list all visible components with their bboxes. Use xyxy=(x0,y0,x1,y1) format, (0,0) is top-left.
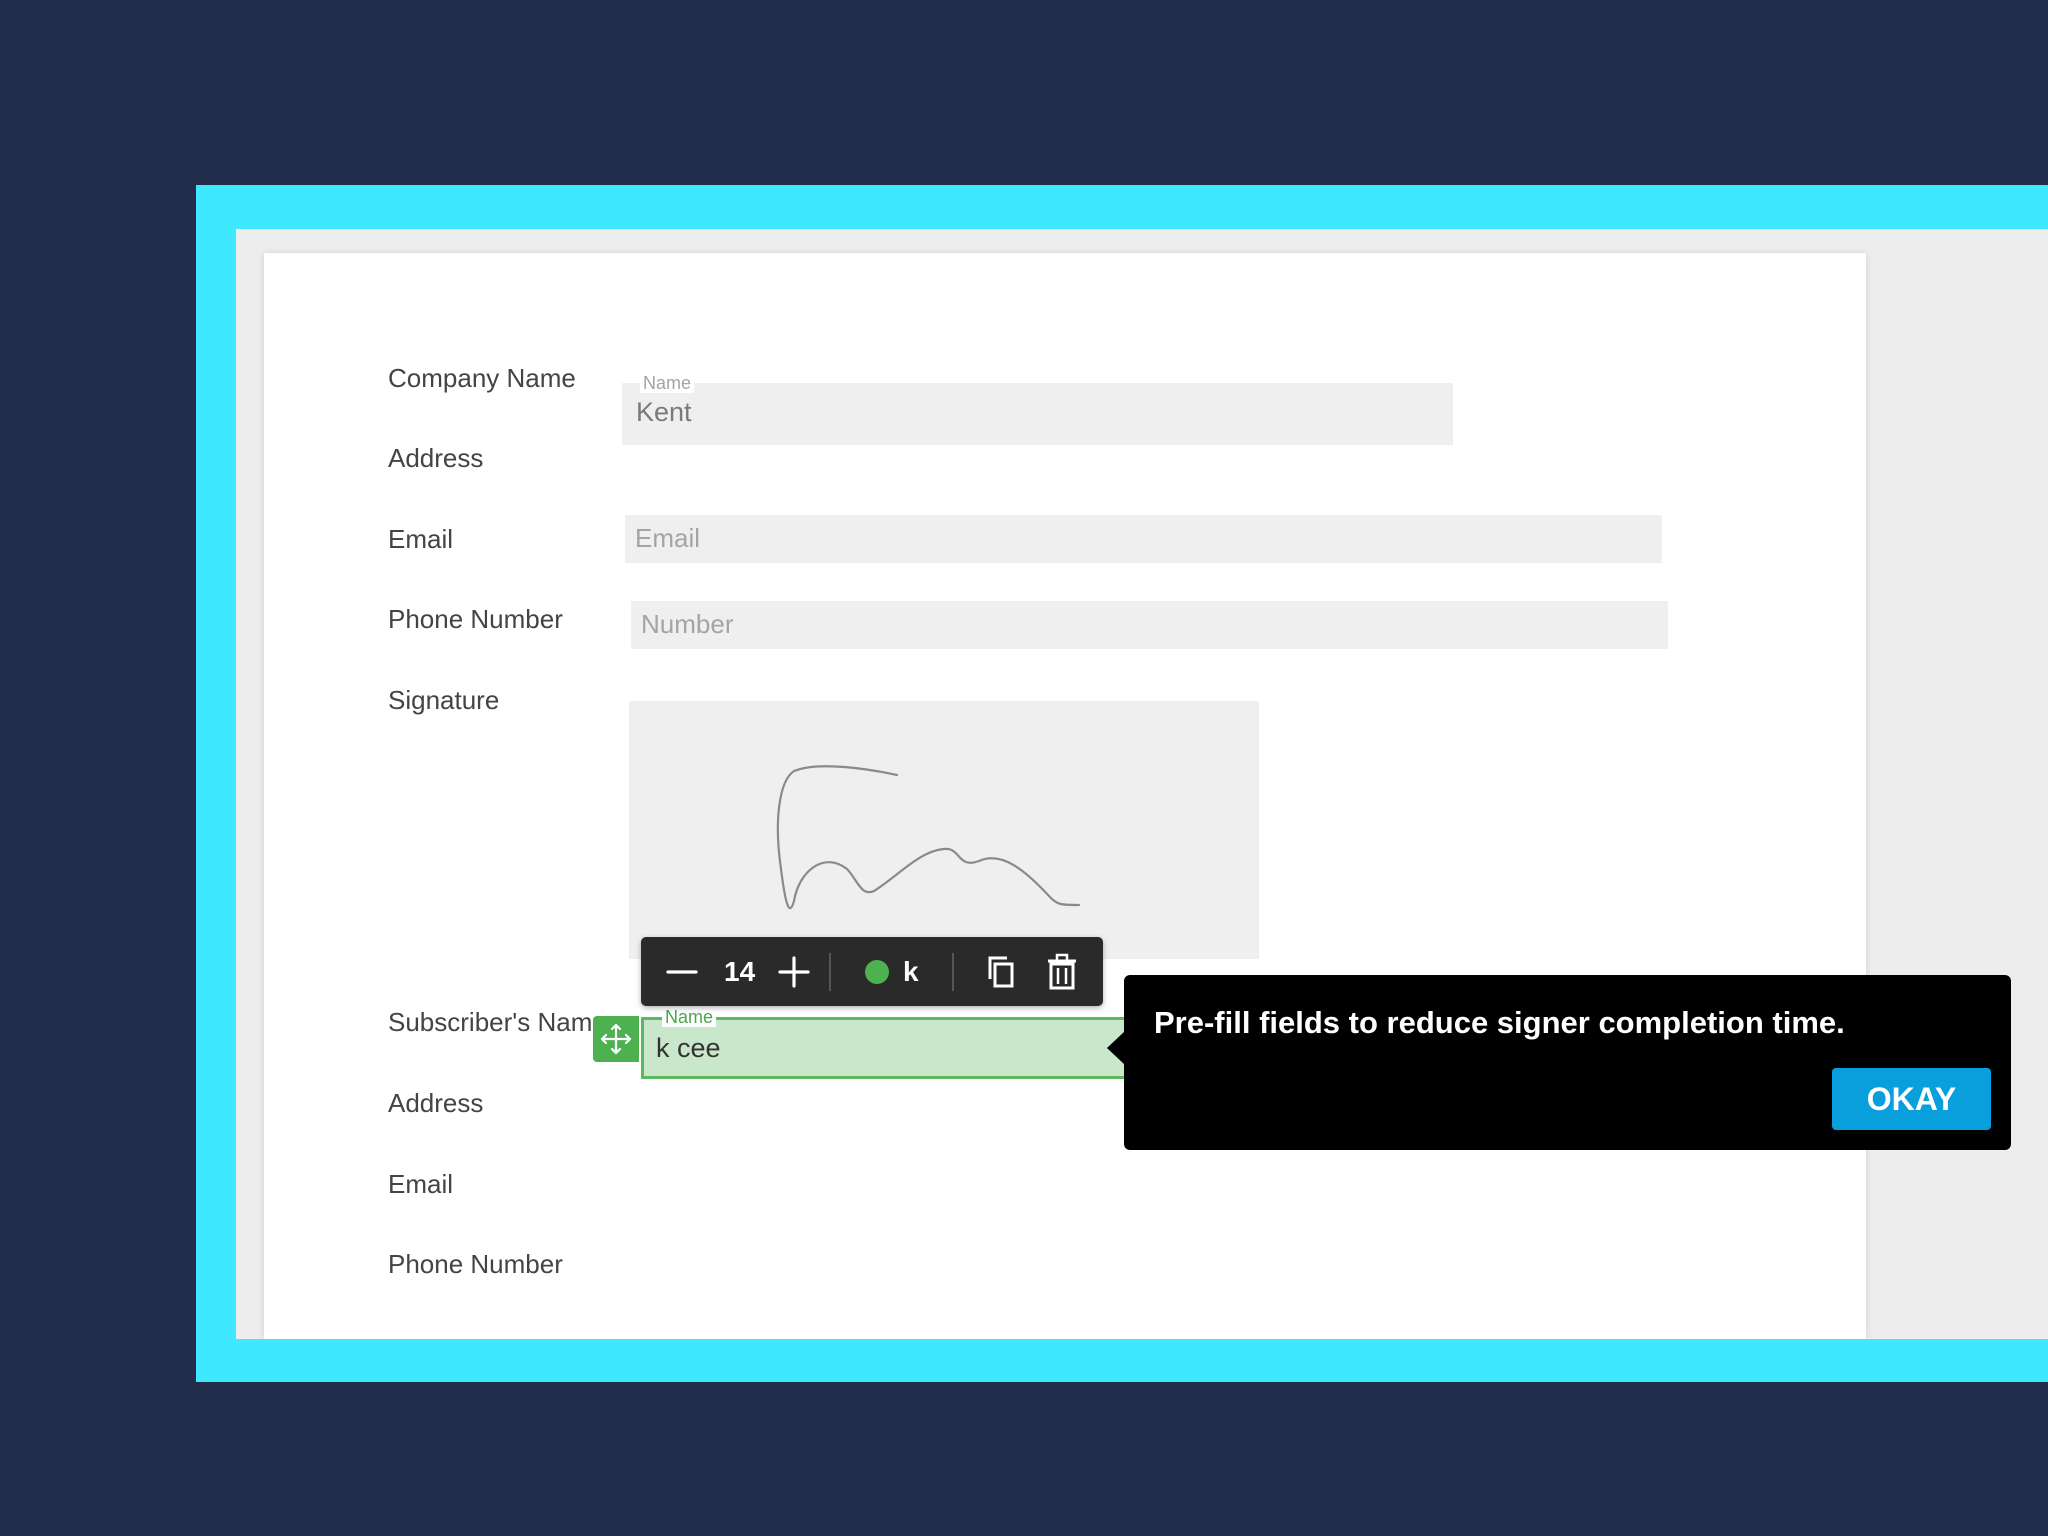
company-name-label: Company Name xyxy=(388,363,576,393)
field-placeholder: Email xyxy=(635,523,701,553)
prefill-tooltip: Pre-fill fields to reduce signer complet… xyxy=(1124,975,2011,1150)
move-handle[interactable] xyxy=(593,1016,639,1062)
signer-initial[interactable]: k xyxy=(903,956,919,988)
field-placeholder: Number xyxy=(641,609,734,639)
plus-icon[interactable] xyxy=(778,956,810,988)
signature-field[interactable] xyxy=(629,701,1259,959)
field-caption: Name xyxy=(640,373,695,393)
tooltip-arrow xyxy=(1107,1031,1125,1065)
screenshot-frame: Name Kent Company Name Address Email Ema… xyxy=(196,185,2048,1382)
field-caption: Name xyxy=(662,1007,717,1027)
phone-number-field[interactable]: Number xyxy=(631,601,1668,649)
subscriber-phone-label: Phone Number xyxy=(388,1249,563,1279)
field-value: Kent xyxy=(636,397,692,427)
signer-color-dot xyxy=(865,960,889,984)
okay-button[interactable]: OKAY xyxy=(1832,1068,1991,1130)
field-value: k cee xyxy=(656,1033,721,1063)
document-page: Name Kent Company Name Address Email Ema… xyxy=(264,253,1866,1339)
company-name-field[interactable]: Name Kent xyxy=(622,373,1453,445)
subscriber-name-field[interactable]: Name k cee xyxy=(641,1007,1127,1079)
email-field[interactable]: Email xyxy=(625,515,1662,563)
signature-label: Signature xyxy=(388,685,500,715)
toolbar-divider xyxy=(952,953,954,991)
email-label: Email xyxy=(388,524,454,554)
subscriber-address-label: Address xyxy=(388,1088,484,1118)
tooltip-message: Pre-fill fields to reduce signer complet… xyxy=(1154,1005,1845,1040)
font-size-value: 14 xyxy=(724,956,756,987)
subscriber-name-label: Subscriber's Name xyxy=(388,1007,597,1037)
toolbar-divider xyxy=(829,953,831,991)
document-viewer: Name Kent Company Name Address Email Ema… xyxy=(236,229,2048,1339)
field-toolbar: 14 k xyxy=(641,937,1103,1006)
signature-drawing xyxy=(776,765,1081,910)
move-arrows-icon xyxy=(600,1023,632,1055)
trash-icon[interactable] xyxy=(1045,953,1079,991)
minus-icon[interactable] xyxy=(666,957,698,987)
address-label: Address xyxy=(388,443,484,473)
phone-number-label: Phone Number xyxy=(388,604,563,634)
copy-icon[interactable] xyxy=(985,954,1017,990)
subscriber-email-label: Email xyxy=(388,1169,454,1199)
